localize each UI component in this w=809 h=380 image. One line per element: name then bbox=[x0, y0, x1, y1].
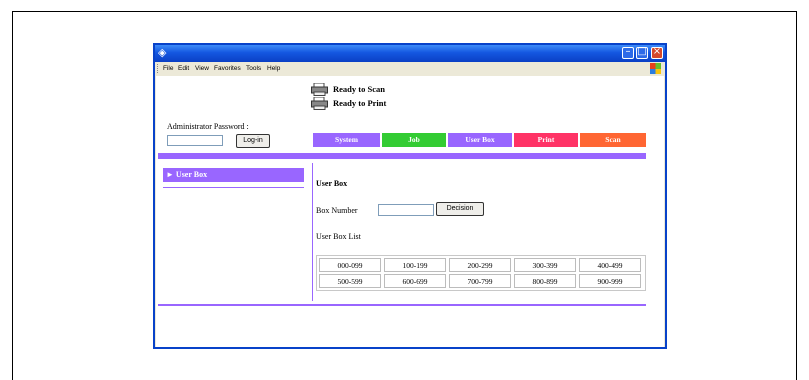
printer-icon bbox=[311, 97, 328, 110]
windows-logo-icon bbox=[650, 63, 661, 74]
header-divider bbox=[158, 153, 646, 159]
range-cell[interactable]: 000-099 bbox=[319, 258, 381, 272]
menu-file[interactable]: File bbox=[163, 62, 173, 75]
tab-scan[interactable]: Scan bbox=[580, 133, 646, 147]
maximize-icon: □ bbox=[637, 46, 647, 57]
menu-view[interactable]: View bbox=[195, 62, 209, 75]
footer-divider bbox=[158, 304, 646, 306]
tab-job[interactable]: Job bbox=[382, 133, 446, 147]
menu-favorites[interactable]: Favorites bbox=[214, 62, 241, 75]
vertical-divider bbox=[312, 163, 313, 301]
range-cell[interactable]: 900-999 bbox=[579, 274, 641, 288]
login-button[interactable]: Log-in bbox=[236, 134, 270, 148]
maximize-button[interactable]: □ bbox=[636, 46, 648, 59]
menu-tools[interactable]: Tools bbox=[246, 62, 261, 75]
app-icon: ◈ bbox=[158, 46, 167, 59]
range-cell[interactable]: 700-799 bbox=[449, 274, 511, 288]
menu-edit[interactable]: Edit bbox=[178, 62, 189, 75]
page-title: User Box bbox=[316, 179, 348, 188]
close-icon: × bbox=[652, 46, 662, 57]
menu-help[interactable]: Help bbox=[267, 62, 280, 75]
sidebar-divider bbox=[163, 187, 304, 188]
tab-print[interactable]: Print bbox=[514, 133, 578, 147]
admin-password-label: Administrator Password : bbox=[167, 122, 249, 131]
decision-button[interactable]: Decision bbox=[436, 202, 484, 216]
menu-grip bbox=[157, 64, 160, 73]
print-status-text: Ready to Print bbox=[333, 98, 387, 108]
box-number-label: Box Number bbox=[316, 206, 358, 215]
browser-window: ◈ – □ × File Edit View Favorites Tools H… bbox=[153, 43, 667, 349]
range-cell[interactable]: 200-299 bbox=[449, 258, 511, 272]
range-cell[interactable]: 600-699 bbox=[384, 274, 446, 288]
range-cell[interactable]: 500-599 bbox=[319, 274, 381, 288]
sidebar-item-user-box[interactable]: ► User Box bbox=[163, 168, 304, 182]
close-button[interactable]: × bbox=[651, 46, 663, 59]
range-cell[interactable]: 800-899 bbox=[514, 274, 576, 288]
tab-system[interactable]: System bbox=[313, 133, 380, 147]
menu-bar: File Edit View Favorites Tools Help bbox=[155, 62, 665, 75]
printer-icon bbox=[311, 83, 328, 96]
user-box-range-table: 000-099 100-199 200-299 300-399 400-499 … bbox=[316, 255, 646, 291]
minimize-button[interactable]: – bbox=[622, 46, 634, 59]
minimize-icon: – bbox=[625, 46, 631, 57]
page-content: Ready to Scan Ready to Print Administrat… bbox=[156, 76, 664, 347]
range-cell[interactable]: 100-199 bbox=[384, 258, 446, 272]
range-cell[interactable]: 300-399 bbox=[514, 258, 576, 272]
title-bar: ◈ – □ × bbox=[155, 45, 665, 62]
scan-status-text: Ready to Scan bbox=[333, 84, 385, 94]
range-cell[interactable]: 400-499 bbox=[579, 258, 641, 272]
admin-password-input[interactable] bbox=[167, 135, 223, 146]
user-box-list-label: User Box List bbox=[316, 232, 361, 241]
tab-user-box[interactable]: User Box bbox=[448, 133, 512, 147]
box-number-input[interactable] bbox=[378, 204, 434, 216]
